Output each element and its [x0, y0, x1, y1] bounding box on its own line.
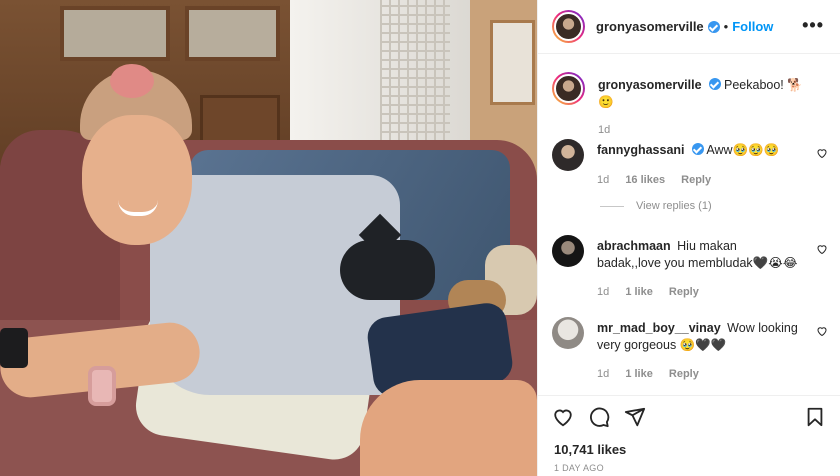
comment-body: fannyghassani Aww🥹🥹🥹 1d 16 likes Reply: [597, 142, 802, 189]
comment-heart-icon[interactable]: [816, 243, 828, 255]
comment-meta: 1d 1 like Reply: [597, 284, 802, 301]
reply-button[interactable]: Reply: [669, 286, 699, 298]
comments-list: gronyasomerville Peekaboo! 🐕🙂 1d fannygh…: [538, 55, 840, 395]
comment-row: mr_mad_boy__vinay Wow looking very gorge…: [552, 317, 828, 383]
comment-body: abrachmaan Hiu makan badak,,love you mem…: [597, 238, 802, 301]
comment-likes[interactable]: 1 like: [625, 368, 653, 380]
photo-face: [82, 115, 192, 245]
caption-time: 1d: [598, 124, 611, 136]
comment-body: mr_mad_boy__vinay Wow looking very gorge…: [597, 320, 802, 383]
caption-username[interactable]: gronyasomerville: [598, 78, 702, 92]
reply-button[interactable]: Reply: [669, 368, 699, 380]
comment-heart-icon[interactable]: [816, 147, 828, 159]
separator-dot: •: [723, 19, 729, 34]
caption-body: gronyasomerville Peekaboo! 🐕🙂 1d: [598, 77, 803, 139]
verified-badge-icon: [707, 20, 720, 33]
follow-button[interactable]: Follow: [732, 19, 773, 34]
bookmark-icon[interactable]: [804, 406, 826, 428]
action-bar: [538, 395, 840, 435]
post-sidebar: gronyasomerville • Follow ••• gronyasome…: [537, 0, 840, 476]
comment-time: 1d: [597, 368, 610, 380]
heart-icon[interactable]: [552, 406, 574, 428]
verified-badge-icon: [691, 143, 704, 155]
more-options-icon[interactable]: •••: [802, 16, 824, 34]
comment-text: Aww🥹🥹🥹: [706, 143, 780, 157]
comment-row: abrachmaan Hiu makan badak,,love you mem…: [552, 235, 828, 301]
view-replies-button[interactable]: View replies (1): [600, 200, 712, 212]
comment-meta: 1d 1 like Reply: [597, 366, 802, 383]
commenter-avatar[interactable]: [552, 235, 584, 267]
comment-row: fannyghassani Aww🥹🥹🥹 1d 16 likes Reply: [552, 139, 828, 189]
comment-likes[interactable]: 16 likes: [625, 174, 665, 186]
post-date[interactable]: 1 DAY AGO: [554, 463, 604, 473]
photo-cabinet-glass: [60, 6, 170, 61]
verified-badge-icon: [708, 78, 721, 90]
view-replies-line: [600, 205, 624, 207]
comment-meta: 1d 16 likes Reply: [597, 172, 802, 189]
comment-time: 1d: [597, 286, 610, 298]
comment-username[interactable]: mr_mad_boy__vinay: [597, 321, 721, 335]
photo-hair-bun: [110, 64, 154, 98]
photo-window-grate: [380, 0, 450, 160]
comment-time: 1d: [597, 174, 610, 186]
caption-row: gronyasomerville Peekaboo! 🐕🙂 1d: [552, 72, 828, 139]
photo-leg: [360, 380, 537, 476]
caption-meta: 1d: [598, 122, 803, 139]
author-avatar[interactable]: [552, 10, 585, 43]
comment-icon[interactable]: [588, 406, 610, 428]
photo-phone: [0, 328, 28, 368]
view-replies-label[interactable]: View replies (1): [636, 200, 712, 212]
post-photo[interactable]: [0, 0, 537, 476]
share-icon[interactable]: [624, 406, 646, 428]
likes-count[interactable]: 10,741 likes: [554, 442, 626, 457]
comment-likes[interactable]: 1 like: [625, 286, 653, 298]
photo-smartwatch: [88, 366, 116, 406]
reply-button[interactable]: Reply: [681, 174, 711, 186]
post-header: gronyasomerville • Follow •••: [538, 0, 840, 54]
commenter-avatar[interactable]: [552, 317, 584, 349]
caption-avatar[interactable]: [552, 72, 585, 105]
comment-username[interactable]: fannyghassani: [597, 143, 685, 157]
photo-cabinet-glass: [185, 6, 280, 61]
photo-board: [490, 20, 535, 105]
comment-heart-icon[interactable]: [816, 325, 828, 337]
comment-username[interactable]: abrachmaan: [597, 239, 671, 253]
commenter-avatar[interactable]: [552, 139, 584, 171]
photo-dog: [340, 240, 435, 300]
instagram-post-modal: gronyasomerville • Follow ••• gronyasome…: [0, 0, 840, 476]
author-username[interactable]: gronyasomerville: [596, 19, 704, 34]
